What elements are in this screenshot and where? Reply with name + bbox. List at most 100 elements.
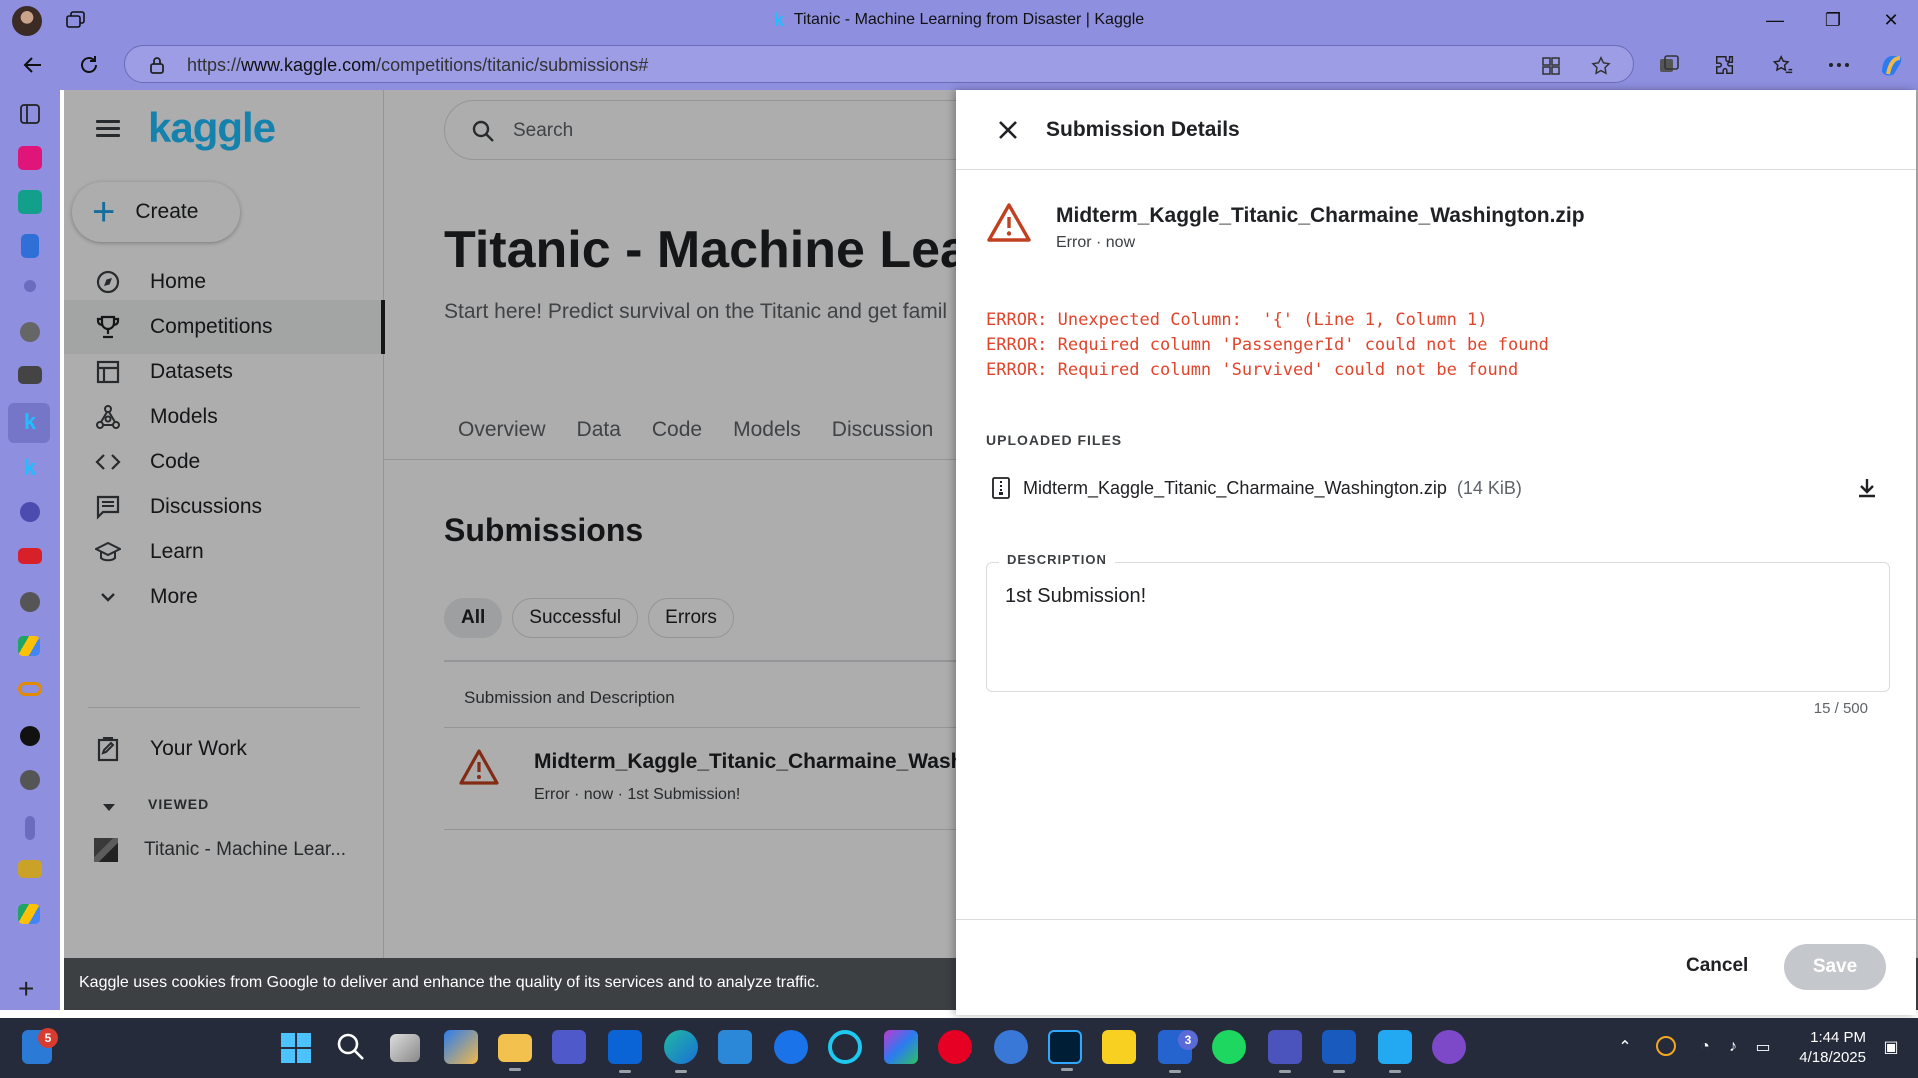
error-messages: ERROR: Unexpected Column: '{' (Line 1, C… xyxy=(986,308,1549,383)
close-window-button[interactable]: ✕ xyxy=(1864,0,1918,40)
edge-sidebar: k k + xyxy=(0,90,60,1010)
photoshop-icon[interactable] xyxy=(1048,1030,1082,1071)
browser-app-icon[interactable] xyxy=(774,1030,808,1064)
more-options-icon[interactable] xyxy=(1826,52,1852,78)
task-view-icon[interactable] xyxy=(390,1034,420,1062)
drive-icon[interactable] xyxy=(18,636,40,656)
wifi-icon[interactable]: ◔ xyxy=(1694,1036,1716,1058)
m365-icon[interactable] xyxy=(884,1030,918,1064)
submission-file-title: Midterm_Kaggle_Titanic_Charmaine_Washing… xyxy=(1056,204,1585,227)
submission-status: Error · now xyxy=(1056,234,1136,251)
close-icon[interactable] xyxy=(994,116,1022,144)
uploaded-file-row: Midterm_Kaggle_Titanic_Charmaine_Washing… xyxy=(986,473,1886,503)
character-counter: 15 / 500 xyxy=(1813,700,1868,717)
folder-app-icon[interactable] xyxy=(18,860,42,878)
uploaded-file-size: (14 KiB) xyxy=(1456,477,1522,498)
extensions-icon[interactable] xyxy=(1712,52,1738,78)
copilot-taskbar-icon[interactable] xyxy=(444,1030,478,1064)
clock[interactable]: 1:44 PM 4/18/2025 xyxy=(1799,1028,1866,1068)
taskbar-search-icon[interactable] xyxy=(336,1032,366,1062)
media-app-icon[interactable] xyxy=(18,146,42,170)
error-line: ERROR: Required column 'PassengerId' cou… xyxy=(986,335,1549,355)
note-app-icon[interactable] xyxy=(18,190,42,214)
teams-classic-icon[interactable] xyxy=(1268,1030,1302,1073)
vscode-icon[interactable] xyxy=(1378,1030,1412,1073)
minimize-button[interactable]: — xyxy=(1748,0,1802,40)
github-icon-2[interactable] xyxy=(20,770,40,790)
word-icon[interactable] xyxy=(1322,1030,1356,1073)
add-sidebar-app-icon[interactable]: + xyxy=(18,975,34,1003)
windows-taskbar: 5 3 ⌃ ◔ ♪ ▭ 1:44 PM 4/18/2025 ▣ xyxy=(0,1018,1918,1078)
kaggle-sidebar-icon[interactable]: k xyxy=(18,410,42,434)
github-icon[interactable] xyxy=(20,726,40,746)
copilot-icon[interactable] xyxy=(1878,52,1904,78)
browser-title-bar: k Titanic - Machine Learning from Disast… xyxy=(0,0,1918,40)
submission-details-panel: Submission Details Midterm_Kaggle_Titani… xyxy=(956,90,1916,1015)
clock-app-icon[interactable] xyxy=(20,502,40,522)
uploaded-file-name: Midterm_Kaggle_Titanic_Charmaine_Washing… xyxy=(1023,477,1447,498)
sticky-notes-icon[interactable] xyxy=(1102,1030,1136,1064)
save-button[interactable]: Save xyxy=(1784,944,1886,990)
error-warning-icon xyxy=(987,203,1031,242)
docs-app-icon[interactable] xyxy=(21,234,39,258)
back-arrow-icon xyxy=(23,57,41,73)
uploaded-files-label: UPLOADED FILES xyxy=(986,432,1123,448)
sync-icon[interactable] xyxy=(1656,1036,1676,1056)
description-label: DESCRIPTION xyxy=(999,552,1115,567)
favorites-icon[interactable] xyxy=(1770,52,1796,78)
address-bar[interactable]: https://www.kaggle.com/competitions/tita… xyxy=(124,45,1634,83)
kaggle-sidebar-icon-2[interactable]: k xyxy=(18,456,42,480)
cortana-icon[interactable] xyxy=(828,1030,862,1064)
volume-icon[interactable]: ♪ xyxy=(1722,1036,1744,1058)
window-title-text: Titanic - Machine Learning from Disaster… xyxy=(793,11,1145,28)
mail-badge: 5 xyxy=(38,1028,58,1048)
search-app-icon[interactable] xyxy=(24,280,36,292)
clock-date: 4/18/2025 xyxy=(1799,1049,1866,1066)
kaggle-favicon: k xyxy=(773,9,784,30)
chrome-app-icon[interactable] xyxy=(20,592,40,612)
file-explorer-icon[interactable] xyxy=(498,1034,532,1071)
notifications-icon[interactable]: ▣ xyxy=(1880,1036,1902,1058)
error-line: ERROR: Unexpected Column: '{' (Line 1, C… xyxy=(986,310,1488,330)
sidebar-toggle-icon[interactable] xyxy=(18,102,42,126)
app-available-icon[interactable] xyxy=(1541,56,1561,76)
youtube-icon[interactable] xyxy=(18,548,42,564)
teams-icon[interactable] xyxy=(552,1030,586,1064)
misc-app-icon[interactable] xyxy=(25,816,35,840)
assistant-icon[interactable] xyxy=(994,1030,1028,1064)
drive-icon-2[interactable] xyxy=(18,904,40,924)
panel-footer-divider xyxy=(956,919,1916,920)
github-desktop-icon[interactable] xyxy=(1432,1030,1466,1064)
clock-time: 1:44 PM xyxy=(1810,1029,1866,1046)
outlook-icon[interactable] xyxy=(608,1030,642,1073)
zip-file-icon xyxy=(992,477,1010,499)
back-button[interactable] xyxy=(16,48,50,82)
panel-title: Submission Details xyxy=(1046,118,1240,141)
download-icon[interactable] xyxy=(1854,475,1880,501)
openai-icon[interactable] xyxy=(20,322,40,342)
windows-start-icon[interactable] xyxy=(280,1032,312,1064)
error-line: ERROR: Required column 'Survived' could … xyxy=(986,360,1519,380)
restore-button[interactable]: ❐ xyxy=(1806,0,1860,40)
store-icon[interactable] xyxy=(718,1030,752,1064)
pinterest-icon[interactable] xyxy=(938,1030,972,1064)
edge-icon[interactable] xyxy=(664,1030,698,1073)
todo-badge: 3 xyxy=(1178,1030,1198,1050)
address-row: https://www.kaggle.com/competitions/tita… xyxy=(0,40,1918,90)
refresh-button[interactable] xyxy=(72,48,106,82)
description-field[interactable]: DESCRIPTION 1st Submission! xyxy=(986,552,1890,692)
window-title: k Titanic - Machine Learning from Disast… xyxy=(0,0,1918,40)
show-hidden-icons-icon[interactable]: ⌃ xyxy=(1614,1036,1636,1058)
url-text[interactable]: https://www.kaggle.com/competitions/tita… xyxy=(187,55,648,76)
refresh-icon xyxy=(81,56,97,73)
spotify-icon[interactable] xyxy=(1212,1030,1246,1064)
lock-icon[interactable] xyxy=(149,56,165,74)
favorite-star-icon[interactable] xyxy=(1590,55,1612,77)
battery-icon[interactable]: ▭ xyxy=(1752,1036,1774,1058)
cancel-button[interactable]: Cancel xyxy=(1670,949,1764,983)
split-screen-icon[interactable] xyxy=(1656,52,1682,78)
panel-header: Submission Details xyxy=(956,90,1916,170)
bank-app-icon[interactable] xyxy=(18,366,42,384)
infinity-app-icon[interactable] xyxy=(18,682,42,696)
description-value[interactable]: 1st Submission! xyxy=(1005,585,1146,608)
